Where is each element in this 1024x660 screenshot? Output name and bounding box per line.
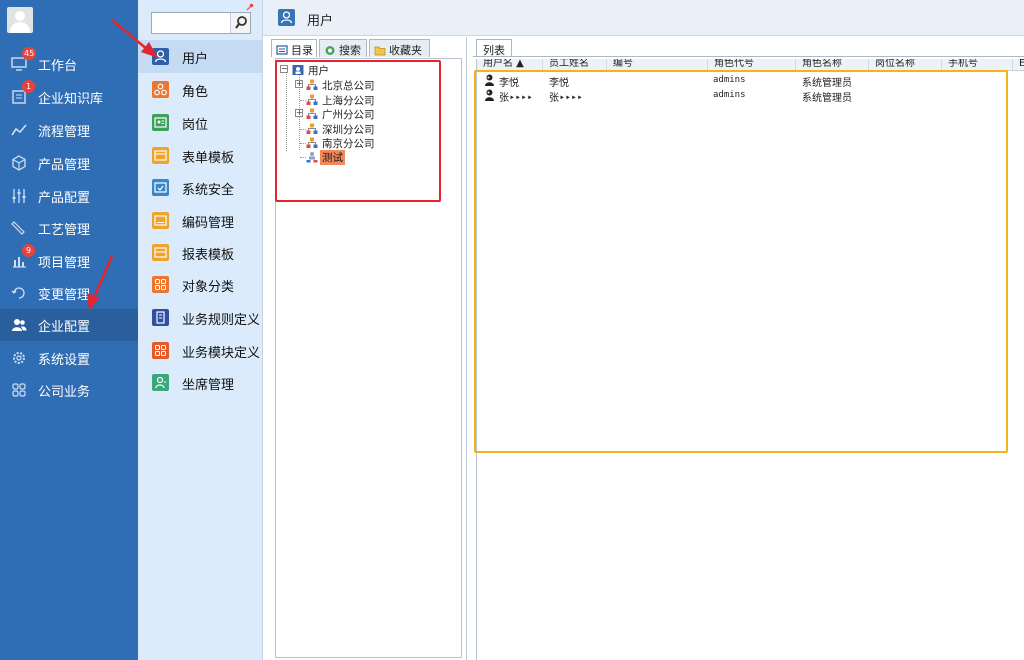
submenu-item-business-rules[interactable]: 业务规则定义 bbox=[138, 301, 262, 334]
submenu-item-position[interactable]: 岗位 bbox=[138, 106, 262, 139]
nav-item-label: 公司业务 bbox=[38, 385, 91, 400]
submenu-item-label: 业务规则定义 bbox=[182, 313, 261, 328]
submenu-item-object-category[interactable]: 对象分类 bbox=[138, 268, 262, 301]
gear-icon bbox=[13, 352, 25, 364]
nav-item-label: 流程管理 bbox=[38, 125, 91, 140]
submenu-item-code-management[interactable]: 编码管理 bbox=[138, 204, 262, 237]
folder-star-icon bbox=[374, 46, 386, 56]
submenu-item-label: 业务模块定义 bbox=[182, 346, 261, 361]
submenu-item-label: 坐席管理 bbox=[182, 378, 235, 393]
position-icon bbox=[152, 114, 169, 131]
tab-strip-line bbox=[473, 56, 1024, 57]
code-icon bbox=[152, 212, 169, 229]
submenu-item-label: 岗位 bbox=[182, 118, 209, 133]
submenu-item-report-template[interactable]: 报表模板 bbox=[138, 236, 262, 269]
nav-item-process[interactable]: 流程管理 bbox=[0, 114, 138, 146]
submenu: 用户 角色 岗位 表单模板 系统安全 编码管理 报表模板 对象分类 业务规则定义… bbox=[138, 0, 263, 660]
seat-icon bbox=[152, 374, 169, 391]
submenu-search-input[interactable] bbox=[152, 13, 232, 33]
nav-item-label: 项目管理 bbox=[38, 256, 91, 271]
main-nav: 45 工作台 1 企业知识库 流程管理 产品管理 产品配置 工艺管理 9 项目管… bbox=[0, 0, 138, 660]
tab-label: 收藏夹 bbox=[389, 44, 422, 57]
nav-badge: 9 bbox=[22, 244, 35, 257]
nav-item-knowledge[interactable]: 1 企业知识库 bbox=[0, 80, 138, 113]
nav-item-label: 工艺管理 bbox=[38, 223, 91, 238]
submenu-search-button[interactable] bbox=[230, 13, 250, 33]
submenu-item-label: 角色 bbox=[182, 85, 209, 100]
nav-item-label: 产品配置 bbox=[38, 191, 91, 206]
submenu-item-business-modules[interactable]: 业务模块定义 bbox=[138, 334, 262, 367]
annotation-highlight-grid bbox=[474, 70, 1008, 453]
nav-item-label: 企业配置 bbox=[38, 320, 91, 335]
rules-icon bbox=[152, 309, 169, 326]
directory-icon bbox=[276, 45, 288, 55]
nav-item-enterprise-config[interactable]: 企业配置 bbox=[0, 309, 138, 341]
submenu-item-label: 报表模板 bbox=[182, 248, 235, 263]
nav-item-change[interactable]: 变更管理 bbox=[0, 277, 138, 309]
submenu-item-label: 表单模板 bbox=[182, 151, 235, 166]
search-icon bbox=[235, 16, 247, 29]
sliders-icon bbox=[12, 189, 26, 203]
nav-item-system-settings[interactable]: 系统设置 bbox=[0, 342, 138, 374]
nav-item-label: 产品管理 bbox=[38, 158, 91, 173]
tab-label: 目录 bbox=[291, 44, 313, 57]
nav-item-craft[interactable]: 工艺管理 bbox=[0, 212, 138, 244]
avatar-head-shape bbox=[15, 11, 25, 21]
pin-icon[interactable] bbox=[246, 3, 254, 11]
nav-badge: 45 bbox=[22, 47, 37, 60]
nav-badge: 1 bbox=[22, 80, 35, 93]
submenu-item-label: 对象分类 bbox=[182, 280, 235, 295]
nav-item-product-config[interactable]: 产品配置 bbox=[0, 180, 138, 212]
submenu-item-user[interactable]: 用户 bbox=[138, 40, 262, 73]
submenu-item-seat-management[interactable]: 坐席管理 bbox=[138, 366, 262, 399]
nav-item-label: 变更管理 bbox=[38, 288, 91, 303]
submenu-item-role[interactable]: 角色 bbox=[138, 73, 262, 106]
avatar-body-shape bbox=[10, 22, 30, 33]
modules-icon bbox=[152, 342, 169, 359]
tab-directory[interactable]: 目录 bbox=[271, 39, 317, 57]
nav-item-company-business[interactable]: 公司业务 bbox=[0, 374, 138, 406]
nav-item-product[interactable]: 产品管理 bbox=[0, 147, 138, 179]
search-globe-icon bbox=[325, 46, 335, 55]
column-header-email[interactable]: E bbox=[1013, 59, 1024, 70]
users-icon bbox=[12, 319, 27, 331]
cube-icon bbox=[12, 155, 26, 171]
nav-item-workbench[interactable]: 45 工作台 bbox=[0, 47, 138, 80]
nav-item-label: 系统设置 bbox=[38, 353, 91, 368]
tab-search[interactable]: 搜索 bbox=[319, 39, 367, 57]
avatar[interactable] bbox=[7, 7, 33, 33]
user-icon bbox=[152, 48, 169, 65]
form-template-icon bbox=[152, 147, 169, 164]
tab-label: 搜索 bbox=[339, 44, 361, 57]
nav-item-label: 企业知识库 bbox=[38, 92, 104, 107]
page-title: 用户 bbox=[307, 14, 334, 29]
security-icon bbox=[152, 179, 169, 196]
submenu-item-system-security[interactable]: 系统安全 bbox=[138, 171, 262, 204]
grid-icon bbox=[12, 383, 26, 397]
annotation-highlight-tree bbox=[275, 60, 441, 202]
submenu-item-form-template[interactable]: 表单模板 bbox=[138, 139, 262, 172]
tab-favorites[interactable]: 收藏夹 bbox=[369, 39, 430, 57]
user-icon bbox=[278, 9, 295, 26]
tree-tabs: 目录 搜索 收藏夹 bbox=[271, 38, 467, 58]
wrench-icon bbox=[11, 221, 25, 235]
submenu-item-label: 用户 bbox=[182, 52, 209, 67]
report-icon bbox=[152, 244, 169, 261]
submenu-item-label: 编码管理 bbox=[182, 216, 235, 231]
page-title-bar: 用户 bbox=[263, 0, 1024, 36]
submenu-search-box bbox=[151, 12, 251, 34]
change-icon bbox=[11, 287, 25, 299]
role-icon bbox=[152, 81, 169, 98]
tab-list[interactable]: 列表 bbox=[476, 39, 512, 57]
category-icon bbox=[152, 276, 169, 293]
submenu-item-label: 系统安全 bbox=[182, 183, 235, 198]
nav-item-label: 工作台 bbox=[38, 59, 78, 74]
flow-icon bbox=[11, 124, 27, 136]
nav-item-project[interactable]: 9 项目管理 bbox=[0, 244, 138, 277]
